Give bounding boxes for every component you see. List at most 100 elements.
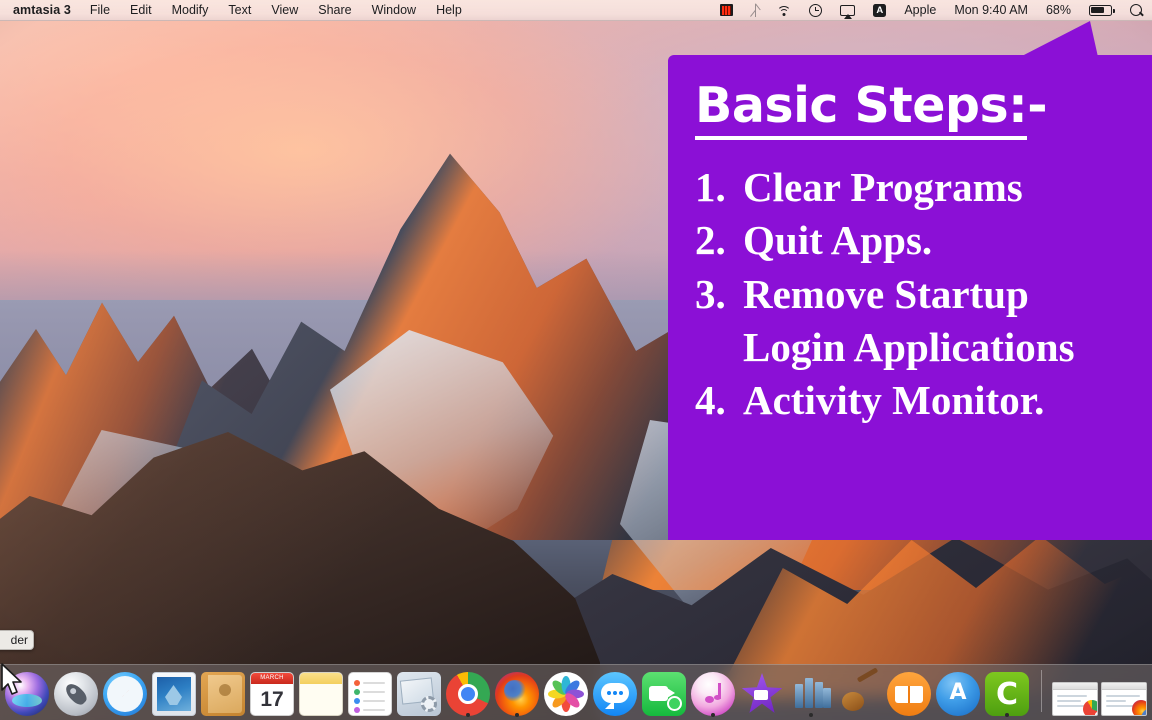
- facetime-icon: [642, 672, 686, 716]
- dock-item-firefox[interactable]: [495, 666, 539, 717]
- callout-title-tail: -: [1027, 77, 1048, 134]
- menu-user-name[interactable]: Apple: [895, 3, 945, 17]
- dock-item-launchpad[interactable]: [54, 666, 98, 716]
- menu-bar-left: amtasia 3 File Edit Modify Text View Sha…: [4, 3, 472, 17]
- list-item: 2. Quit Apps.: [695, 214, 1152, 267]
- minimized-window-thumbnail: [1101, 682, 1147, 716]
- dock-item-camtasia[interactable]: [985, 666, 1029, 717]
- dock-items: MARCH 17 A C: [0, 666, 1152, 720]
- minimized-badge-chrome-icon: [1083, 700, 1097, 715]
- callout-title-underlined: Basic Steps:: [695, 77, 1028, 140]
- imovie-icon: [740, 672, 784, 716]
- bluetooth-icon[interactable]: [742, 0, 768, 20]
- calendar-day: 17: [260, 688, 284, 711]
- callout-title: Basic Steps:-: [695, 77, 1152, 140]
- photos-icon: [544, 672, 588, 716]
- dock-item-contacts[interactable]: [201, 666, 245, 716]
- dock-item-facetime[interactable]: [642, 666, 686, 716]
- dock-item-app-store[interactable]: A: [936, 666, 980, 716]
- menu-item-help[interactable]: Help: [426, 3, 472, 17]
- dock-item-photos[interactable]: [544, 666, 588, 716]
- step-text: Activity Monitor.: [743, 377, 1045, 424]
- chrome-icon: [446, 672, 490, 716]
- minimized-window-thumbnail: [1052, 682, 1098, 716]
- step-number: 1.: [695, 163, 726, 210]
- firefox-icon: [495, 672, 539, 716]
- launchpad-icon: [54, 672, 98, 716]
- menu-bar-status-area: A Apple Mon 9:40 AM 68%: [711, 0, 1152, 20]
- step-number: 4.: [695, 377, 726, 424]
- dock-item-notes[interactable]: [299, 666, 343, 716]
- battery-icon[interactable]: [1080, 0, 1121, 20]
- battery-percent[interactable]: 68%: [1037, 3, 1080, 17]
- dock-item-garageband[interactable]: [838, 666, 882, 716]
- dock-tooltip: der: [0, 630, 34, 650]
- mouse-cursor: [1, 663, 22, 695]
- messages-icon: [593, 672, 637, 716]
- menu-item-modify[interactable]: Modify: [162, 3, 219, 17]
- camtasia-icon: [985, 672, 1029, 716]
- menu-item-share[interactable]: Share: [308, 3, 361, 17]
- step-continuation-text: Login Applications: [743, 323, 1075, 370]
- garageband-icon: [838, 667, 882, 716]
- list-item: 3. Remove Startup: [695, 268, 1152, 321]
- wifi-icon[interactable]: [768, 0, 800, 20]
- running-indicator: [809, 713, 813, 717]
- menu-bar: amtasia 3 File Edit Modify Text View Sha…: [0, 0, 1152, 21]
- basic-steps-callout: Basic Steps:- 1. Clear Programs 2. Quit …: [668, 55, 1152, 540]
- dock-item-safari[interactable]: [103, 666, 147, 716]
- dock-item-reminders[interactable]: [348, 666, 392, 716]
- character-viewer-icon[interactable]: A: [864, 0, 895, 20]
- running-indicator: [515, 713, 519, 717]
- step-number: 3.: [695, 270, 726, 317]
- time-machine-icon[interactable]: [800, 0, 831, 20]
- step-text: Clear Programs: [743, 163, 1023, 210]
- dock-divider: [1041, 670, 1042, 712]
- dock-item-system-preferences[interactable]: [397, 666, 441, 716]
- menu-item-window[interactable]: Window: [362, 3, 426, 17]
- reminders-icon: [348, 672, 392, 716]
- dock-item-minimized-chrome-window[interactable]: [1052, 666, 1098, 716]
- step-continuation-line: Login Applications: [695, 321, 1152, 374]
- calendar-month: MARCH: [251, 673, 293, 684]
- menu-clock[interactable]: Mon 9:40 AM: [945, 3, 1037, 17]
- dock-item-minimized-firefox-window[interactable]: [1101, 666, 1147, 716]
- dock-item-imovie[interactable]: [740, 666, 784, 716]
- dock-item-chrome[interactable]: [446, 666, 490, 717]
- dock-item-messages[interactable]: [593, 666, 637, 716]
- callout-pointer-tail: [1020, 21, 1098, 57]
- notes-icon: [299, 672, 343, 716]
- app-store-glyph: A: [949, 680, 967, 705]
- running-indicator: [1005, 713, 1009, 717]
- list-item: 1. Clear Programs: [695, 161, 1152, 214]
- dock-item-calendar[interactable]: MARCH 17: [250, 666, 294, 716]
- dock-item-itunes[interactable]: [691, 666, 735, 717]
- running-indicator: [466, 713, 470, 717]
- safari-icon: [103, 672, 147, 716]
- step-text: Quit Apps.: [743, 217, 933, 264]
- itunes-icon: [691, 672, 735, 716]
- dock: MARCH 17 A C: [0, 664, 1152, 720]
- search-icon[interactable]: [1121, 0, 1152, 20]
- menu-item-edit[interactable]: Edit: [120, 3, 162, 17]
- system-preferences-icon: [397, 672, 441, 716]
- airplay-icon[interactable]: [831, 0, 864, 20]
- menu-item-file[interactable]: File: [80, 3, 120, 17]
- app-store-icon: A: [936, 672, 980, 716]
- minimized-badge-firefox-icon: [1132, 700, 1146, 715]
- basic-steps-list: 1. Clear Programs 2. Quit Apps. 3. Remov…: [695, 161, 1152, 427]
- menu-app-name[interactable]: amtasia 3: [4, 3, 80, 17]
- menu-item-view[interactable]: View: [261, 3, 308, 17]
- step-number: 2.: [695, 217, 726, 264]
- step-text: Remove Startup: [743, 270, 1029, 317]
- menu-item-text[interactable]: Text: [218, 3, 261, 17]
- dock-item-ibooks[interactable]: [887, 666, 931, 716]
- dock-item-keynote[interactable]: [789, 666, 833, 717]
- dock-tooltip-label: der: [10, 633, 28, 647]
- film-strip-icon[interactable]: [711, 0, 742, 20]
- ibooks-icon: [887, 672, 931, 716]
- calendar-icon: MARCH 17: [250, 672, 294, 716]
- keynote-icon: [789, 672, 833, 716]
- list-item: 4. Activity Monitor.: [695, 374, 1152, 427]
- dock-item-mail[interactable]: [152, 666, 196, 716]
